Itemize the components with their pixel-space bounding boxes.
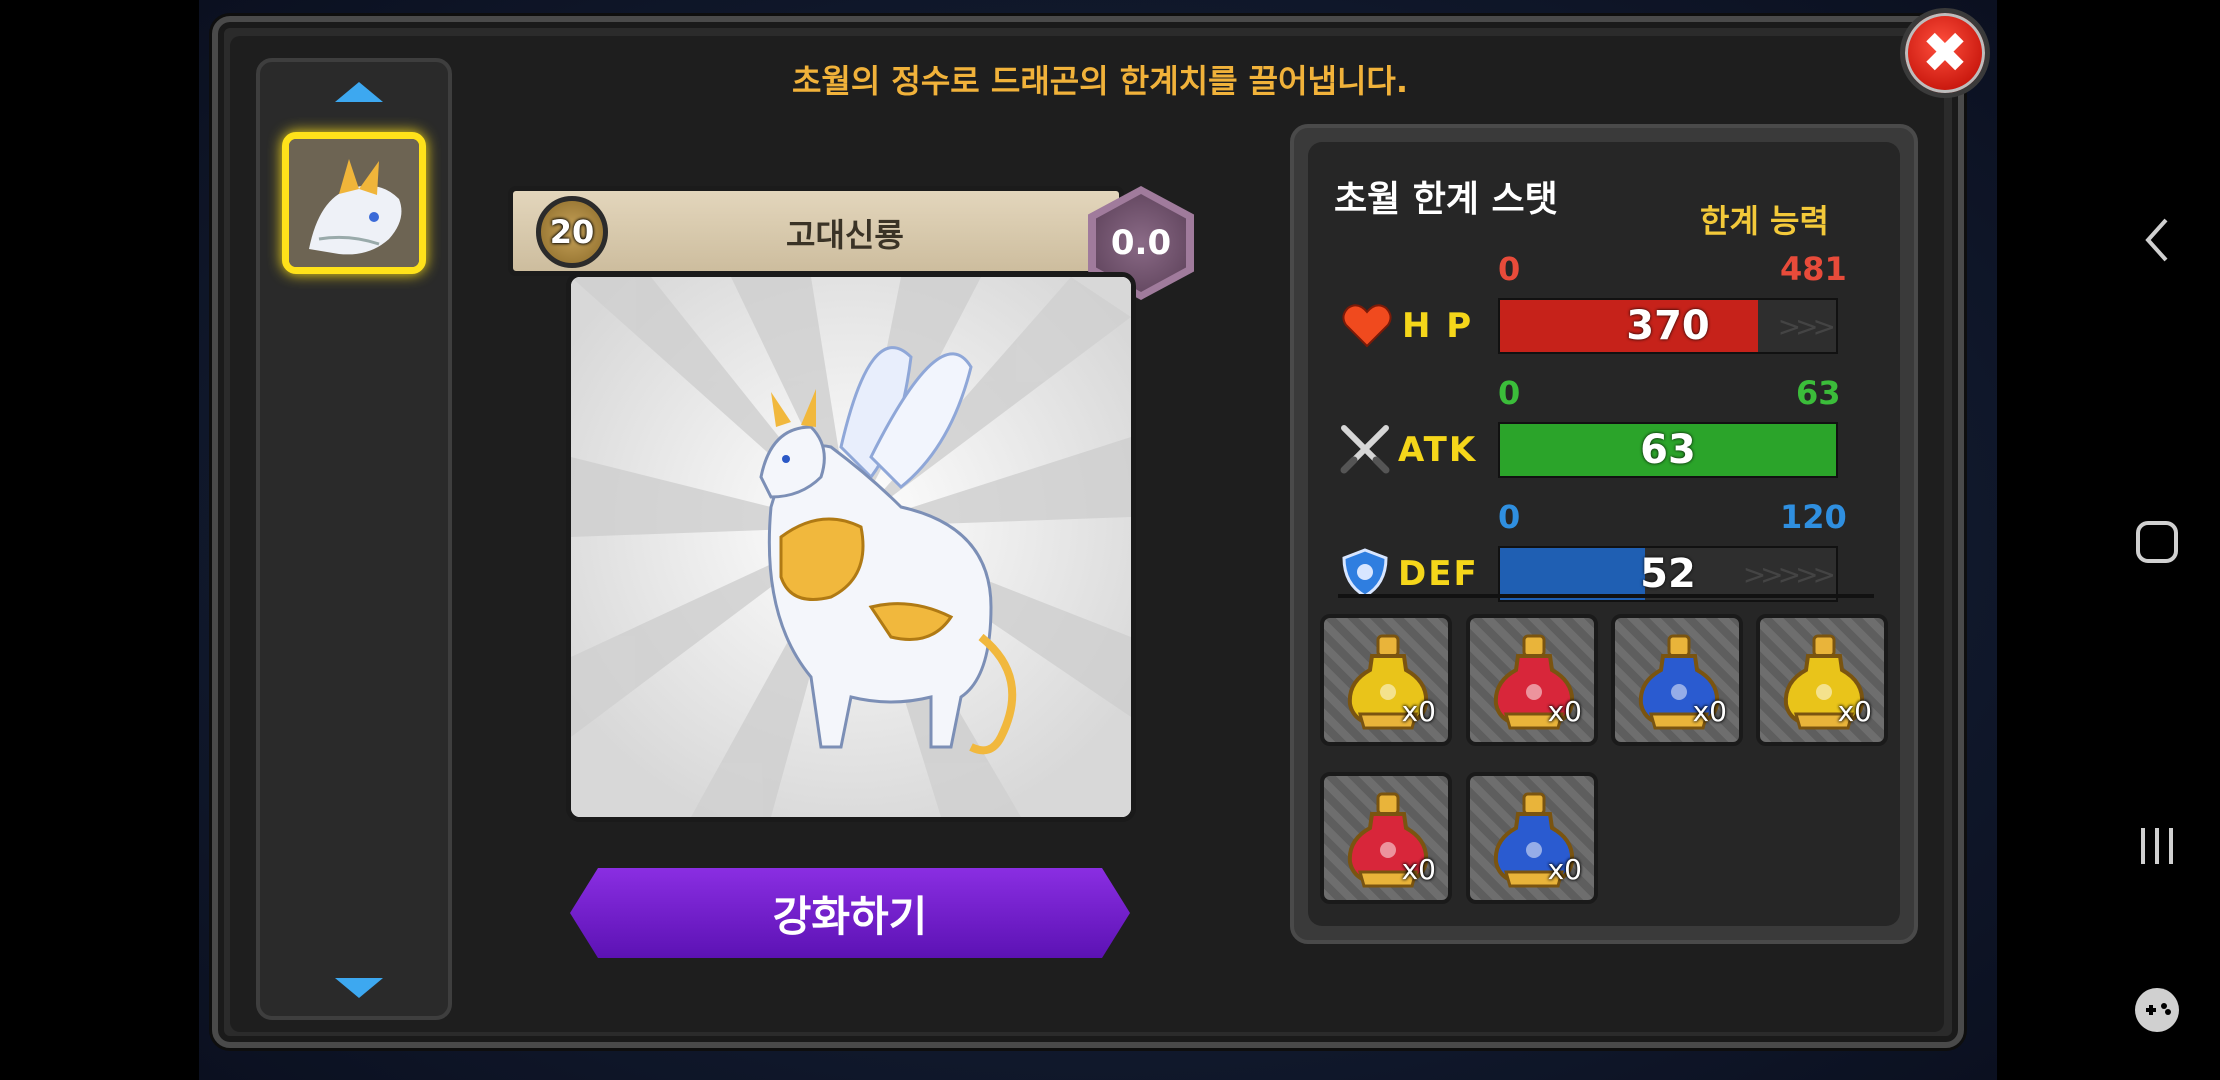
atk-min: 0 [1498,374,1521,412]
shield-icon [1342,548,1388,598]
arrow-down-icon[interactable] [335,978,383,998]
swords-icon [1340,425,1390,474]
def-value: 52 [1640,551,1696,597]
home-button[interactable] [2094,512,2220,572]
stats-divider [1338,594,1874,598]
dragon-thumbnail[interactable] [282,132,426,274]
game-launcher-icon [2135,988,2179,1032]
instruction-text: 초월의 정수로 드래곤의 한계치를 끌어냅니다. [791,62,1409,100]
close-icon: ✖ [1921,20,1969,86]
potion-slot[interactable]: x0 [1466,614,1598,746]
hp-max: 481 [1780,250,1847,288]
back-button[interactable] [2094,210,2220,270]
potion-count: x0 [1692,695,1727,728]
potion-slot[interactable]: x0 [1320,772,1452,904]
level-badge: 20 [536,196,608,268]
enhance-button[interactable]: 강화하기 [570,868,1130,958]
atk-value: 63 [1640,427,1696,473]
potion-slot[interactable]: x0 [1320,614,1452,746]
potion-count: x0 [1401,853,1436,886]
atk-label: ATK [1398,430,1478,470]
hp-bar: >>> 370 [1498,298,1838,354]
dragon-list[interactable] [256,58,452,1020]
potion-slot[interactable]: x0 [1611,614,1743,746]
arrow-up-icon[interactable] [335,82,383,102]
potion-count: x0 [1837,695,1872,728]
hp-min: 0 [1498,250,1521,288]
atk-bar: 63 [1498,422,1838,478]
def-label: DEF [1398,554,1479,594]
dragon-face-icon [289,139,419,267]
hp-label: H P [1402,306,1474,346]
back-icon [2145,218,2168,262]
stats-title: 초월 한계 스탯 [1334,179,1558,220]
home-icon [2136,521,2178,563]
dragon-name: 고대신룡 [786,216,904,254]
potion-slot[interactable]: x0 [1466,772,1598,904]
recents-icon [2141,828,2173,864]
close-button[interactable]: ✖ [1900,8,1990,98]
limit-ability-label: 한계 능력 [1700,202,1829,240]
potion-count: x0 [1547,853,1582,886]
hp-value: 370 [1626,303,1710,349]
dragon-illustration [571,277,1131,817]
game-launcher-button[interactable] [2094,980,2220,1040]
potion-count: x0 [1401,695,1436,728]
def-max: 120 [1780,498,1847,536]
heart-icon [1342,304,1392,348]
potion-slot[interactable]: x0 [1756,614,1888,746]
recents-button[interactable] [2094,816,2220,876]
dragon-portrait [566,272,1136,822]
potion-count: x0 [1547,695,1582,728]
atk-max: 63 [1796,374,1841,412]
def-min: 0 [1498,498,1521,536]
system-nav-bar [2094,0,2220,1080]
